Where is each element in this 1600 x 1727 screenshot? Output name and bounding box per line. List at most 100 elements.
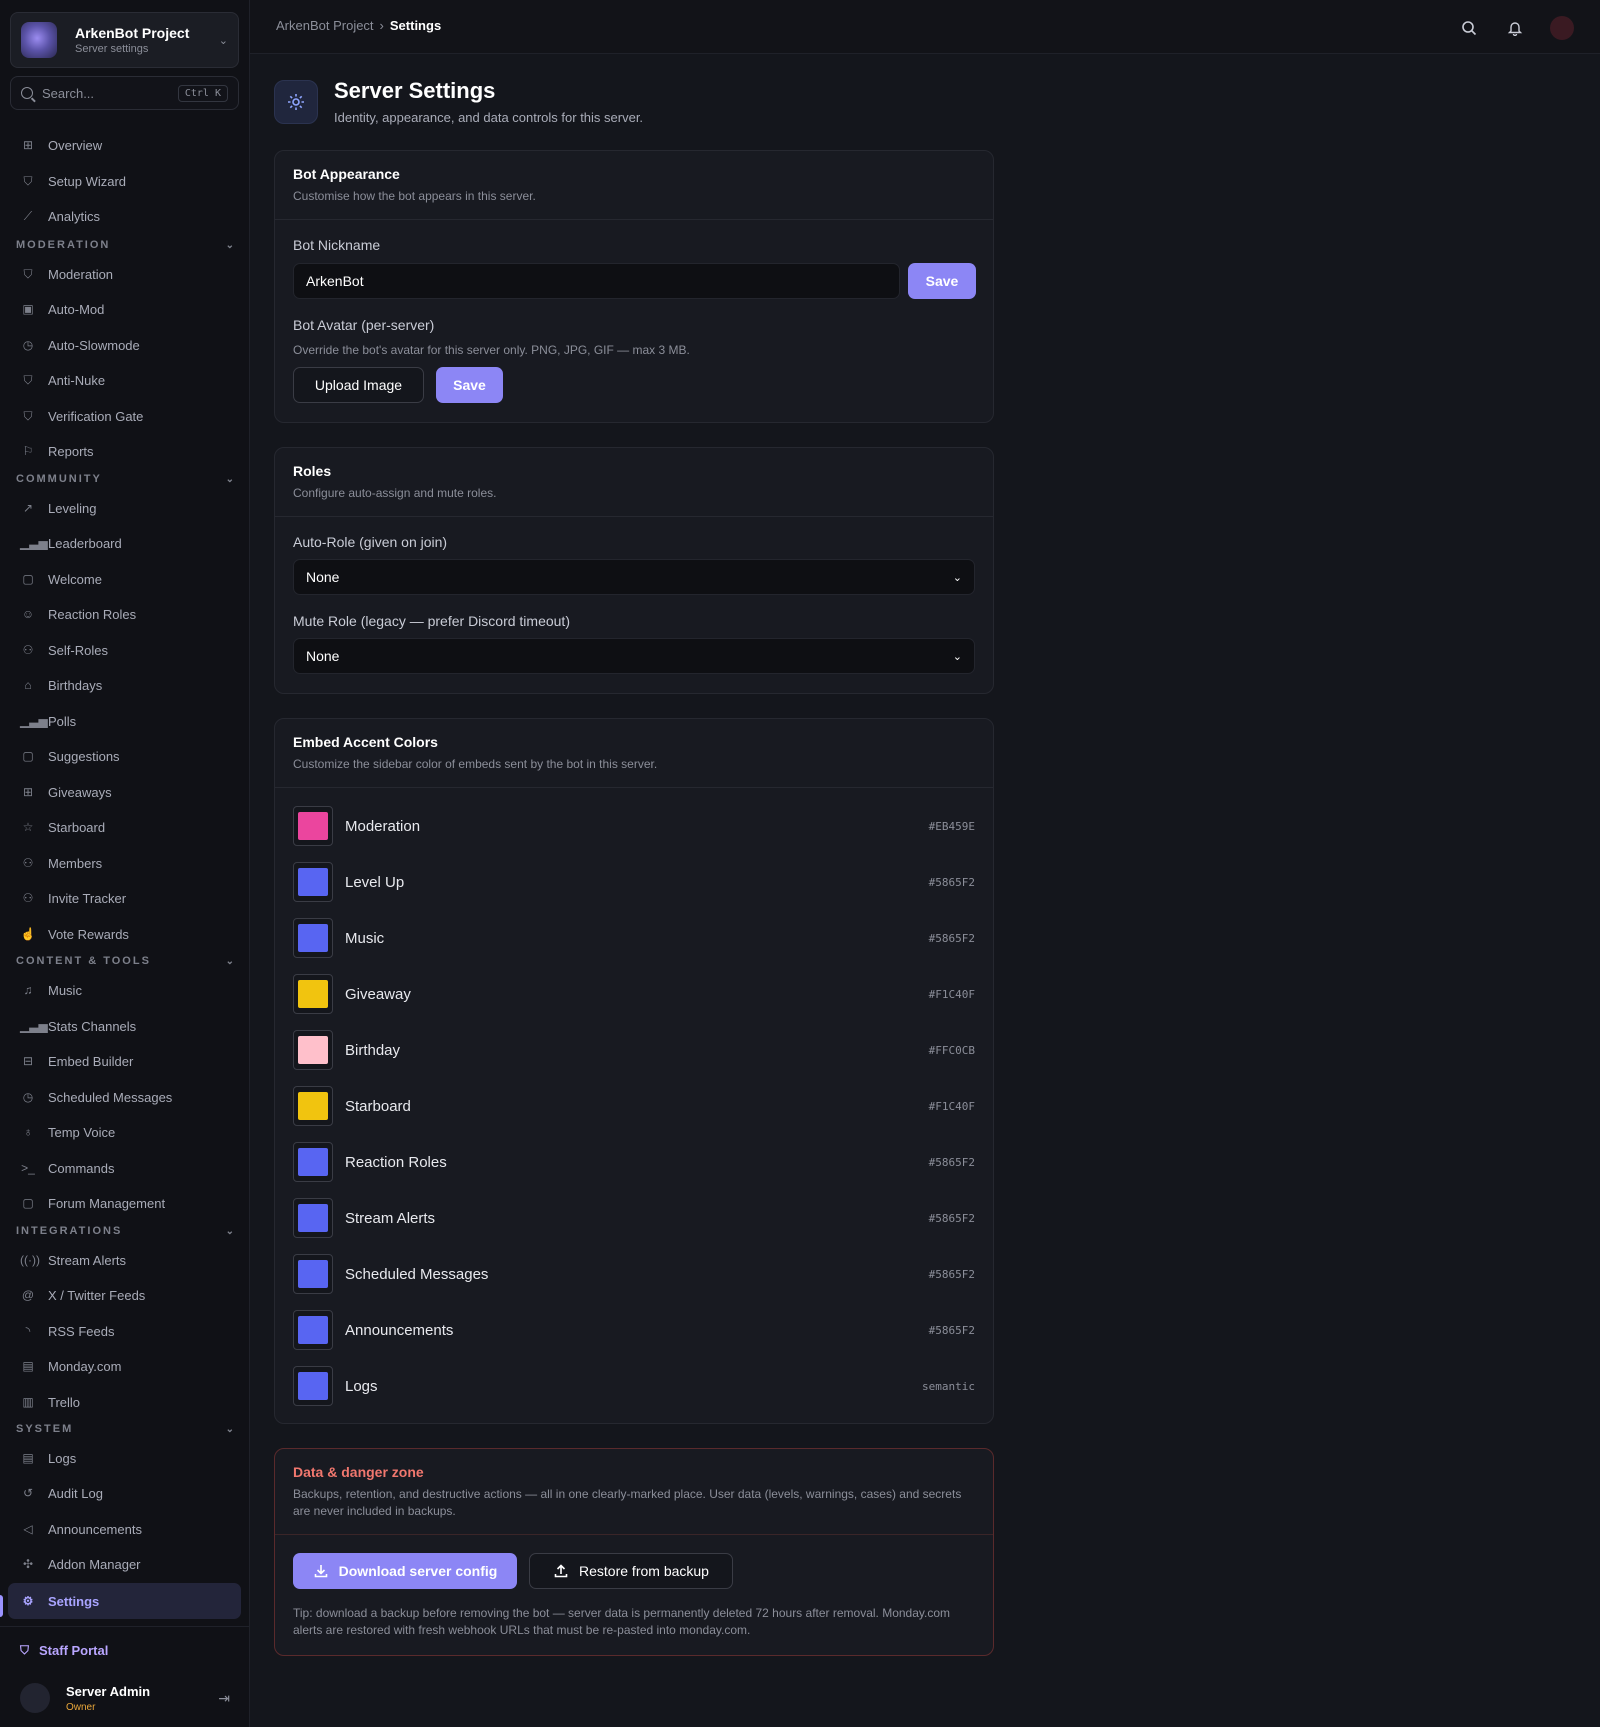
section-content-tools[interactable]: CONTENT & TOOLS ⌄ xyxy=(16,955,234,967)
color-swatch-picker[interactable] xyxy=(293,974,333,1014)
sidebar-item-reports[interactable]: ⚐ Reports xyxy=(8,434,241,468)
sidebar-item-auto-slowmode[interactable]: ◷ Auto-Slowmode xyxy=(8,328,241,362)
sidebar-item-reaction-roles[interactable]: ☺ Reaction Roles xyxy=(8,597,241,631)
sidebar-item-vote-rewards[interactable]: ☝ Vote Rewards xyxy=(8,917,241,951)
color-swatch-picker[interactable] xyxy=(293,862,333,902)
auto-role-select[interactable]: None ⌄ xyxy=(293,559,975,595)
sidebar-item-logs[interactable]: ▤ Logs xyxy=(8,1441,241,1475)
save-nickname-button[interactable]: Save xyxy=(908,263,976,299)
sidebar-item-label: Vote Rewards xyxy=(48,926,129,942)
color-swatch-picker[interactable] xyxy=(293,918,333,958)
sidebar-item-setup-wizard[interactable]: ⛉ Setup Wizard xyxy=(8,164,241,198)
color-swatch-picker[interactable] xyxy=(293,1142,333,1182)
bell-icon[interactable] xyxy=(1504,17,1526,39)
project-switcher[interactable]: ArkenBot Project Server settings ⌄ xyxy=(10,12,239,68)
grid-icon: ⊞ xyxy=(22,138,34,152)
section-moderation[interactable]: MODERATION ⌄ xyxy=(16,239,234,251)
breadcrumb-current: Settings xyxy=(389,18,442,33)
section-community[interactable]: COMMUNITY ⌄ xyxy=(16,473,234,485)
sidebar-divider xyxy=(0,1626,250,1627)
sidebar-item-announcements[interactable]: ◁ Announcements xyxy=(8,1512,241,1546)
sidebar-item-analytics[interactable]: ⟋ Analytics xyxy=(8,199,241,233)
sidebar-item-scheduled-messages[interactable]: ◷ Scheduled Messages xyxy=(8,1080,241,1114)
sidebar-item-leaderboard[interactable]: ▁▃▅ Leaderboard xyxy=(8,526,241,560)
upload-icon xyxy=(554,1564,568,1578)
mic-icon: ♁ xyxy=(23,1125,33,1139)
upload-image-button[interactable]: Upload Image xyxy=(293,367,424,403)
download-config-button[interactable]: Download server config xyxy=(293,1553,517,1589)
embed-color-hex: semantic xyxy=(922,1379,975,1393)
puzzle-icon: ✣ xyxy=(22,1557,34,1571)
search-icon[interactable] xyxy=(1458,17,1480,39)
sidebar-item-polls[interactable]: ▁▃▅ Polls xyxy=(8,704,241,738)
breadcrumb-root[interactable]: ArkenBot Project xyxy=(276,18,374,33)
embed-color-hex: #5865F2 xyxy=(928,875,975,889)
sidebar-item-music[interactable]: ♫ Music xyxy=(8,973,241,1007)
sidebar-item-label: Stats Channels xyxy=(48,1018,137,1034)
sidebar-item-auto-mod[interactable]: ▣ Auto-Mod xyxy=(8,292,241,326)
sidebar-item-settings[interactable]: ⚙ Settings xyxy=(8,1583,241,1619)
sidebar-item-moderation[interactable]: ⛉ Moderation xyxy=(8,257,241,291)
nickname-field[interactable]: ArkenBot xyxy=(293,263,900,299)
sidebar-item-stats-channels[interactable]: ▁▃▅ Stats Channels xyxy=(8,1009,241,1043)
mute-role-select[interactable]: None ⌄ xyxy=(293,638,975,674)
sidebar-item-monday[interactable]: ▤ Monday.com xyxy=(8,1349,241,1383)
sidebar-item-invite-tracker[interactable]: ⚇ Invite Tracker xyxy=(8,881,241,915)
save-avatar-button[interactable]: Save xyxy=(436,367,503,403)
sidebar-item-audit-log[interactable]: ↺ Audit Log xyxy=(8,1476,241,1510)
sidebar-item-anti-nuke[interactable]: ⛉ Anti-Nuke xyxy=(8,363,241,397)
sidebar-item-forum-management[interactable]: ▢ Forum Management xyxy=(8,1186,241,1220)
avatar[interactable] xyxy=(1550,16,1574,40)
section-system[interactable]: SYSTEM ⌄ xyxy=(16,1423,234,1435)
sidebar-item-members[interactable]: ⚇ Members xyxy=(8,846,241,880)
search-input[interactable]: Search... Ctrl K xyxy=(10,76,239,110)
embed-color-row: Stream Alerts #5865F2 xyxy=(293,1198,975,1238)
staff-portal-link[interactable]: ⛉ Staff Portal xyxy=(20,1643,108,1658)
sidebar-item-verification-gate[interactable]: ⛉ Verification Gate xyxy=(8,399,241,433)
sidebar-item-giveaways[interactable]: ⊞ Giveaways xyxy=(8,775,241,809)
color-swatch-picker[interactable] xyxy=(293,1254,333,1294)
color-swatch-picker[interactable] xyxy=(293,1030,333,1070)
sidebar-item-starboard[interactable]: ☆ Starboard xyxy=(8,810,241,844)
sidebar-item-label: Moderation xyxy=(48,266,114,282)
project-subtitle: Server settings xyxy=(75,42,149,55)
topbar: ArkenBot Project › Settings xyxy=(250,0,1600,54)
color-swatch-picker[interactable] xyxy=(293,1198,333,1238)
embed-colors-card: Embed Accent Colors Customize the sideba… xyxy=(274,718,994,1424)
sidebar-item-welcome[interactable]: ▢ Welcome xyxy=(8,562,241,596)
sidebar-item-birthdays[interactable]: ⌂ Birthdays xyxy=(8,668,241,702)
sidebar-item-temp-voice[interactable]: ♁ Temp Voice xyxy=(8,1115,241,1149)
sidebar-item-embed-builder[interactable]: ⊟ Embed Builder xyxy=(8,1044,241,1078)
history-icon: ↺ xyxy=(22,1486,34,1500)
chevron-down-icon: ⌄ xyxy=(952,571,962,584)
section-integrations[interactable]: INTEGRATIONS ⌄ xyxy=(16,1225,234,1237)
color-swatch-picker[interactable] xyxy=(293,1310,333,1350)
sidebar-item-overview[interactable]: ⊞ Overview xyxy=(8,128,241,162)
embed-color-name: Moderation xyxy=(345,817,421,835)
restore-backup-button[interactable]: Restore from backup xyxy=(529,1553,733,1589)
bot-appearance-card: Bot Appearance Customise how the bot app… xyxy=(274,150,994,423)
sidebar-item-suggestions[interactable]: ▢ Suggestions xyxy=(8,739,241,773)
sidebar-item-commands[interactable]: >_ Commands xyxy=(8,1151,241,1185)
embed-color-hex: #F1C40F xyxy=(928,1099,975,1113)
sidebar-item-label: Analytics xyxy=(48,208,101,224)
sidebar-item-addon-manager[interactable]: ✣ Addon Manager xyxy=(8,1547,241,1581)
radio-icon: ((·)) xyxy=(20,1253,40,1267)
color-swatch-picker[interactable] xyxy=(293,1086,333,1126)
chart-line-icon: ⟋ xyxy=(23,208,33,223)
sidebar-item-leveling[interactable]: ↗ Leveling xyxy=(8,491,241,525)
sidebar-item-rss-feeds[interactable]: ◝ RSS Feeds xyxy=(8,1314,241,1348)
sidebar-item-self-roles[interactable]: ⚇ Self-Roles xyxy=(8,633,241,667)
user-card[interactable]: Server Admin Owner ⇥ xyxy=(20,1678,230,1718)
sidebar-item-trello[interactable]: ▥ Trello xyxy=(8,1385,241,1419)
embed-color-row: Reaction Roles #5865F2 xyxy=(293,1142,975,1182)
color-swatch-picker[interactable] xyxy=(293,1366,333,1406)
trending-up-icon: ↗ xyxy=(22,501,34,515)
smile-icon: ☺ xyxy=(21,607,35,621)
embed-color-name: Stream Alerts xyxy=(345,1209,436,1227)
sidebar-item-stream-alerts[interactable]: ((·)) Stream Alerts xyxy=(8,1243,241,1277)
color-swatch-picker[interactable] xyxy=(293,806,333,846)
sidebar-item-twitter-feeds[interactable]: @ X / Twitter Feeds xyxy=(8,1278,241,1312)
logout-icon[interactable]: ⇥ xyxy=(218,1690,230,1707)
page-subtitle: Identity, appearance, and data controls … xyxy=(334,110,644,125)
